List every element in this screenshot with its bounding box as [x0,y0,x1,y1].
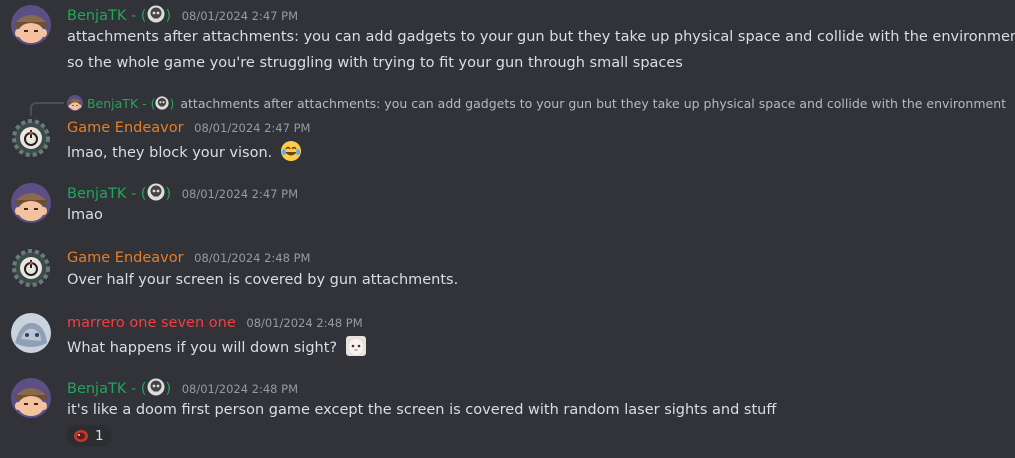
username-text[interactable]: BenjaTK - ( [67,186,146,202]
message-text: it's like a doom first person game excep… [67,402,777,418]
username-suffix: ) [165,381,172,397]
message-header: Game Endeavor 08/01/2024 2:47 PM [67,118,310,138]
reaction-count: 1 [95,427,104,444]
skull-icon [147,183,165,201]
message-text: so the whole game you're struggling with… [67,55,683,71]
avatar[interactable] [11,118,51,158]
username[interactable]: marrero one seven one [67,315,236,331]
username[interactable]: Game Endeavor [67,120,184,136]
avatar[interactable] [11,5,51,45]
message-text-row: What happens if you will down sight? [67,335,367,358]
message-header: BenjaTK - () 08/01/2024 2:47 PM [67,5,298,26]
username[interactable]: BenjaTK - () [67,378,176,397]
reaction-emoji-icon [74,429,88,442]
skull-icon [147,5,165,23]
message-text: What happens if you will down sight? [67,340,338,356]
message-text-row: lmao, they block your vison. [67,140,302,163]
avatar[interactable] [11,313,51,353]
message-header: marrero one seven one 08/01/2024 2:48 PM [67,313,363,333]
message-text: lmao, they block your vison. [67,145,273,161]
username-text[interactable]: BenjaTK - ( [67,381,146,397]
timestamp: 08/01/2024 2:48 PM [194,251,311,265]
avatar[interactable] [11,183,51,223]
reply-author-text[interactable]: BenjaTK - ( [87,96,156,111]
avatar[interactable] [11,248,51,288]
custom-emoji-icon [345,336,366,356]
reply-text: attachments after attachments: you can a… [180,96,1007,111]
skull-icon [155,96,170,110]
reply-preview[interactable]: BenjaTK - () attachments after attachmen… [67,95,1006,112]
timestamp: 08/01/2024 2:48 PM [246,316,363,330]
timestamp: 08/01/2024 2:47 PM [181,9,299,23]
username-suffix: ) [165,8,172,24]
username-suffix: ) [165,186,172,202]
reply-avatar [67,95,83,111]
timestamp: 08/01/2024 2:47 PM [194,121,311,135]
message-text: Over half your screen is covered by gun … [67,272,459,288]
reply-author-suffix: ) [169,96,175,111]
message-text: attachments after attachments: you can a… [67,29,1015,45]
reaction-button[interactable]: 1 [67,425,111,446]
message-text: lmao [67,207,103,223]
username[interactable]: Game Endeavor [67,250,184,266]
timestamp: 08/01/2024 2:47 PM [181,187,299,201]
message-header: BenjaTK - () 08/01/2024 2:48 PM [67,378,298,399]
joy-emoji-icon [280,141,301,161]
username[interactable]: BenjaTK - () [67,183,176,202]
message-header: BenjaTK - () 08/01/2024 2:47 PM [67,183,298,204]
avatar[interactable] [11,378,51,418]
username[interactable]: BenjaTK - () [67,5,176,24]
reply-author[interactable]: BenjaTK - () [87,96,174,111]
skull-icon [147,378,165,396]
timestamp: 08/01/2024 2:48 PM [181,382,299,396]
message-header: Game Endeavor 08/01/2024 2:48 PM [67,248,310,268]
username-text[interactable]: BenjaTK - ( [67,8,146,24]
reply-spine [30,102,64,116]
